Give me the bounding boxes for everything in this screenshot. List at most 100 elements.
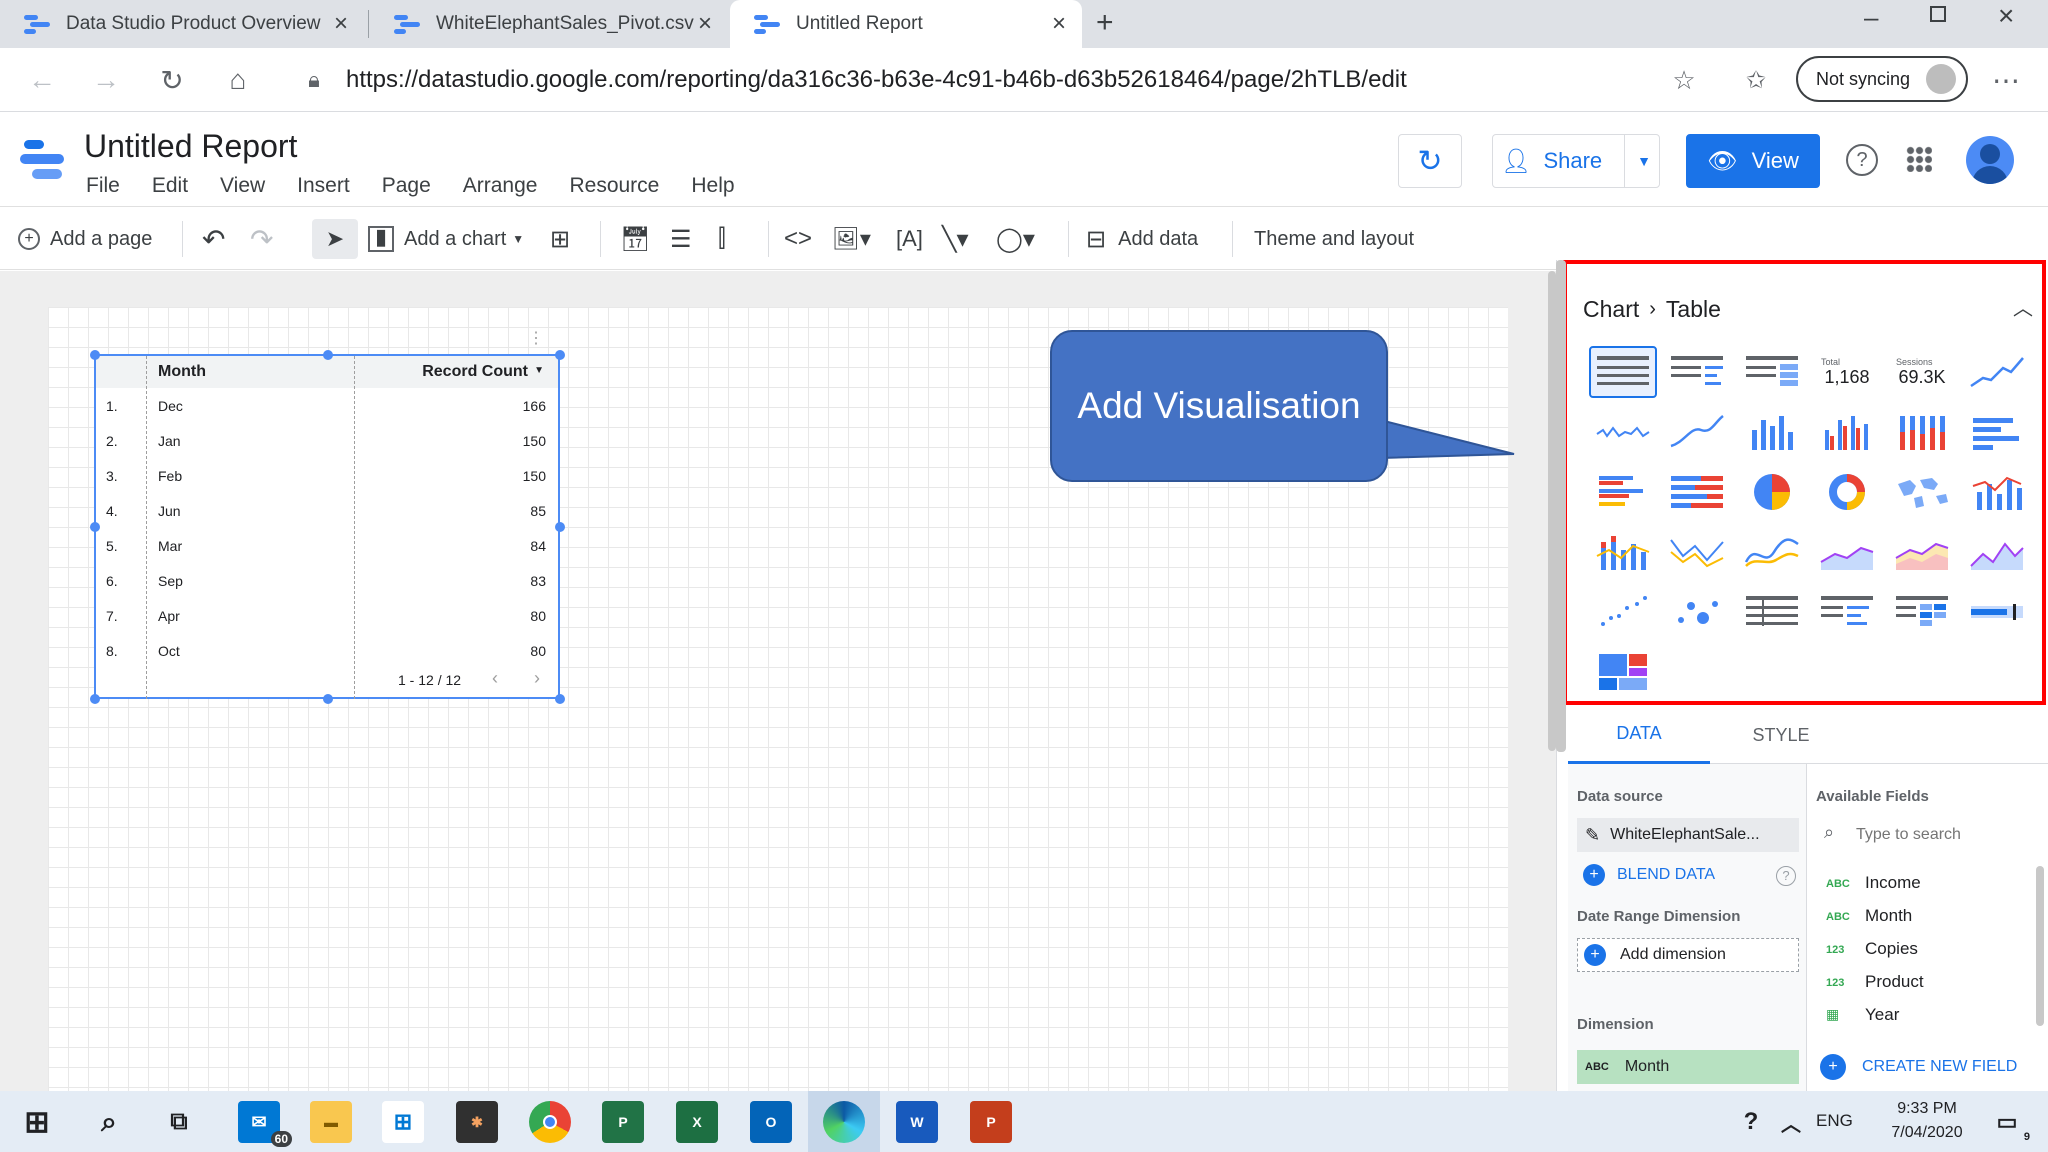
outlook-icon[interactable]: O [750,1101,792,1143]
windows-start-icon[interactable]: ⊞ [16,1101,58,1143]
menu-edit[interactable]: Edit [152,174,188,198]
filter-control-icon[interactable]: ☰ [670,219,692,259]
create-new-field-button[interactable]: + CREATE NEW FIELD [1820,1054,2017,1080]
field-search-input[interactable] [1856,820,2032,850]
add-data-button[interactable]: ⊟ Add data [1086,219,1198,259]
prev-page-icon[interactable]: ‹ [492,668,498,689]
chevron-down-icon[interactable]: ▼ [1624,134,1651,188]
task-view-icon[interactable]: ⧉ [158,1101,200,1143]
blend-data-button[interactable]: + BLEND DATA [1583,864,1715,886]
url-field[interactable]: https://datastudio.google.com/reporting/… [346,56,1746,104]
field-item[interactable]: Month [1865,906,1912,926]
close-icon[interactable]: × [1052,10,1066,38]
field-item[interactable]: Product [1865,972,1924,992]
help-icon[interactable]: ? [1846,144,1878,176]
fields-scrollbar[interactable] [2036,866,2044,1026]
resize-handle[interactable] [555,522,565,532]
resize-handle[interactable] [90,522,100,532]
back-icon[interactable]: ← [20,58,64,102]
project-icon[interactable]: P [602,1101,644,1143]
field-item[interactable]: Income [1865,873,1921,893]
chart-menu-icon[interactable]: ⋮ [528,328,544,348]
language-indicator[interactable]: ENG [1816,1111,1853,1131]
mail-icon[interactable]: ✉ 60 [238,1101,292,1147]
add-chart-button[interactable]: ▮ Add a chart ▼ [368,219,524,259]
refresh-data-button[interactable]: ↻ [1398,134,1462,188]
add-page-button[interactable]: + Add a page [18,219,152,259]
resize-handle[interactable] [555,694,565,704]
redo-icon[interactable]: ↷ [250,219,273,259]
browser-tab-2[interactable]: WhiteElephantSales_Pivot.csv × [370,0,728,48]
chevron-up-icon[interactable]: ︿ [1770,1101,1812,1143]
community-viz-icon[interactable]: ⊞ [550,219,570,259]
tab-data[interactable]: DATA [1568,706,1710,764]
menu-help[interactable]: Help [691,174,734,198]
select-cursor-icon[interactable]: ➤ [312,219,358,259]
menu-arrange[interactable]: Arrange [463,174,538,198]
data-control-icon[interactable]: ⫿ [718,219,726,259]
view-button[interactable]: 👁︎ View [1686,134,1820,188]
dimension-chip[interactable]: ABC Month [1577,1050,1799,1084]
undo-icon[interactable]: ↶ [202,219,225,259]
word-icon[interactable]: W [896,1101,938,1143]
window-close-icon[interactable]: × [1998,0,2014,32]
user-avatar[interactable] [1966,136,2014,184]
chrome-icon[interactable] [529,1101,571,1143]
photos-app-icon[interactable]: ✱ [456,1101,498,1143]
browser-tab-1[interactable]: Data Studio Product Overview × [0,0,364,48]
report-title[interactable]: Untitled Report [84,128,297,165]
menu-view[interactable]: View [220,174,265,198]
panel-scrollbar[interactable] [1556,260,1566,752]
restore-icon[interactable] [1930,6,1946,22]
help-tray-icon[interactable]: ? [1730,1101,1772,1143]
sync-button[interactable]: Not syncing [1796,56,1968,102]
notification-icon[interactable]: ▭ 9 [1986,1101,2030,1143]
edge-icon[interactable] [823,1101,865,1143]
favorite-star-icon[interactable]: ☆ [1662,58,1706,102]
resize-handle[interactable] [90,350,100,360]
minimize-icon[interactable]: – [1864,2,1878,33]
data-source-chip[interactable]: ✎ WhiteElephantSale... [1577,818,1799,852]
resize-handle[interactable] [323,694,333,704]
help-icon[interactable]: ? [1776,866,1796,886]
theme-layout-button[interactable]: Theme and layout [1254,219,1414,259]
menu-page[interactable]: Page [382,174,431,198]
excel-icon[interactable]: X [676,1101,718,1143]
home-icon[interactable]: ⌂ [216,58,260,102]
resize-handle[interactable] [555,350,565,360]
reload-icon[interactable]: ↻ [150,58,194,102]
favorites-list-icon[interactable]: ✩ [1734,58,1778,102]
pencil-icon[interactable]: ✎ [1585,825,1600,846]
menu-file[interactable]: File [86,174,120,198]
apps-grid-icon[interactable] [1906,146,1932,172]
browser-tab-3[interactable]: Untitled Report × [730,0,1082,48]
column-header-record-count[interactable]: Record Count [422,363,528,381]
canvas-scrollbar[interactable] [1548,271,1556,751]
share-button[interactable]: 👤︎ Share ▼ [1492,134,1660,188]
embed-code-icon[interactable]: <> [784,219,812,259]
line-icon[interactable]: ╲▾ [942,219,969,259]
menu-resource[interactable]: Resource [569,174,659,198]
forward-icon[interactable]: → [84,58,128,102]
column-header-month[interactable]: Month [158,363,206,381]
text-box-icon[interactable]: [A] [896,219,923,259]
field-item[interactable]: Copies [1865,939,1918,959]
microsoft-store-icon[interactable]: ⊞ [382,1101,424,1143]
resize-handle[interactable] [90,694,100,704]
field-item[interactable]: Year [1865,1005,1899,1025]
sort-desc-icon[interactable]: ▼ [534,365,544,376]
menu-insert[interactable]: Insert [297,174,350,198]
shape-icon[interactable]: ◯▾ [996,219,1035,259]
add-dimension-dropzone[interactable]: + Add dimension [1577,938,1799,972]
next-page-icon[interactable]: › [534,668,540,689]
clock[interactable]: 9:33 PM 7/04/2020 [1882,1097,1972,1145]
close-icon[interactable]: × [334,10,348,38]
more-menu-icon[interactable]: ⋯ [1984,58,2028,102]
image-icon[interactable]: 🖼︎▾ [832,219,871,259]
data-studio-logo[interactable] [20,140,64,184]
date-range-icon[interactable]: 📅︎ [620,219,650,259]
new-tab-icon[interactable]: + [1096,6,1114,40]
file-explorer-icon[interactable]: ▬ [310,1101,352,1143]
table-chart[interactable]: Month Record Count ▼ 1. Dec 166 2. Jan 150 3… [94,354,560,699]
powerpoint-icon[interactable]: P [970,1101,1012,1143]
